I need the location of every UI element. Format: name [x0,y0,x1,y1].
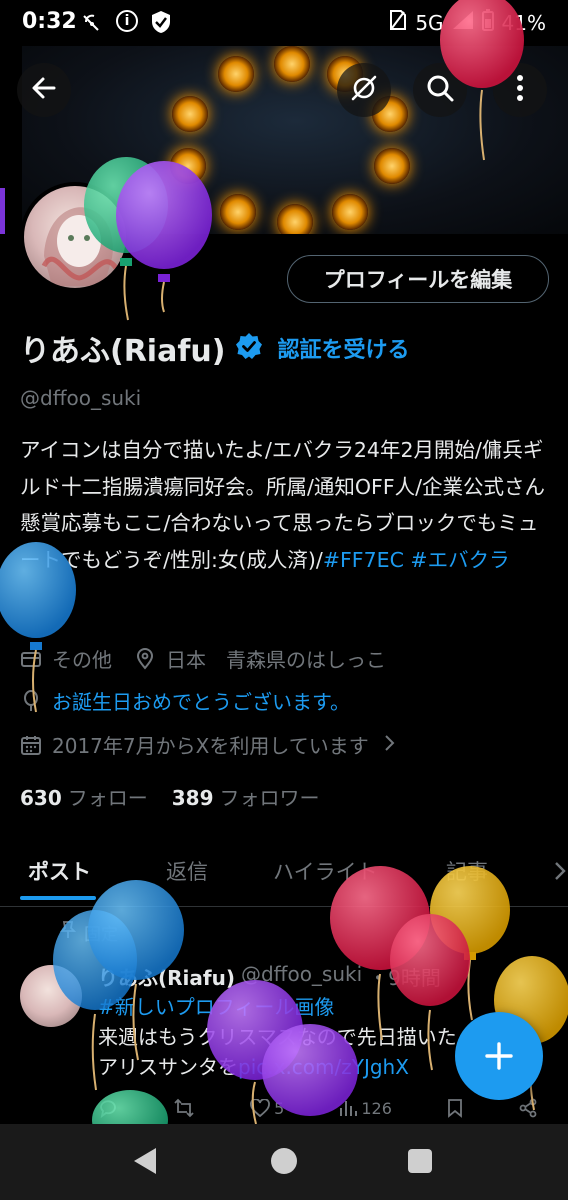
birthday-text: お誕生日おめでとうございます。 [52,690,350,714]
post-actions: 5 126 [98,1098,538,1118]
pinned-label: 固定 [59,920,118,945]
shield-icon [150,10,172,40]
search-icon [425,73,455,107]
profile-avatar[interactable] [20,182,130,292]
edit-profile-button[interactable]: プロフィールを編集 [287,255,549,303]
bio-hashtag-ff7ec[interactable]: #FF7EC [323,548,404,572]
view-count: 126 [361,1098,392,1118]
status-bar: 0:32 i 5G 41% [0,0,568,46]
repost-icon [173,1098,195,1118]
followers-count: 389 [171,786,214,810]
wifi-calling-icon [80,10,104,40]
following-link[interactable]: 630 フォロー [20,782,148,811]
share-button[interactable] [518,1098,538,1118]
meta-row-category-location: その他 日本 青森県のはしっこ [20,644,386,673]
banner-ring [332,194,368,230]
views-icon [339,1099,358,1117]
birthday-icon [20,689,42,712]
network-type: 5G [415,10,444,35]
tab-highlights[interactable]: ハイライト [273,856,378,886]
profile-bio: アイコンは自分で描いたよ/エバクラ24年2月開始/傭兵ギルド十二指腸潰瘍同好会。… [20,432,550,578]
no-sim-icon [389,9,407,36]
location-icon [134,647,156,670]
display-name: りあふ(Riafu) [20,334,226,369]
banner-ring [218,56,254,92]
joined-date: 2017年7月からXを利用しています [52,734,369,758]
calendar-icon [20,734,42,756]
more-button[interactable] [493,63,547,117]
post-line-3-text: アリスサンタを [98,1055,238,1079]
like-count: 5 [274,1098,285,1118]
more-icon [516,74,524,106]
post-handle: @dffoo_suki [240,962,363,986]
category-icon [20,648,42,670]
reply-icon [98,1098,118,1118]
nav-recents-icon[interactable] [408,1149,432,1173]
banner-ring [374,148,410,184]
pin-icon [59,921,77,944]
accent-bar [0,188,5,234]
following-label: フォロー [67,786,148,810]
plus-icon [484,1031,514,1082]
name-row: りあふ(Riafu) 認証を受ける [20,326,409,370]
status-time: 0:32 [22,9,77,34]
bio-hashtag-evacra[interactable]: #エバクラ [410,548,509,572]
tab-posts[interactable]: ポスト [28,856,91,886]
post-author[interactable]: りあふ(Riafu) [98,962,235,991]
sync-button[interactable] [337,63,391,117]
post-avatar[interactable] [20,965,82,1027]
post-hashtag[interactable]: #新しいプロフィール画像 [98,992,538,1022]
post-header: りあふ(Riafu) @dffoo_suki ・9時間 [98,962,441,991]
verified-icon [235,332,263,364]
search-button[interactable] [413,63,467,117]
bookmark-icon [447,1098,463,1118]
battery-percent: 41% [501,10,546,35]
avatar-drawing [41,207,119,286]
get-verified-link[interactable]: 認証を受ける [277,332,409,364]
tab-articles[interactable]: 記事 [446,856,488,886]
following-count: 630 [20,786,62,810]
like-button[interactable]: 5 [250,1098,284,1118]
nav-back-icon[interactable] [134,1148,156,1174]
followers-link[interactable]: 389 フォロワー [172,782,320,811]
banner-ring [220,194,256,230]
info-icon: i [116,10,138,32]
follow-counts: 630 フォロー 389 フォロワー [20,782,320,811]
reply-button[interactable] [98,1098,118,1118]
bookmark-button[interactable] [447,1098,463,1118]
nav-home-icon[interactable] [271,1148,297,1174]
tab-replies[interactable]: 返信 [166,856,208,886]
meta-row-joined[interactable]: 2017年7月からXを利用しています [20,730,395,759]
active-tab-indicator [20,896,96,900]
views-button[interactable]: 126 [339,1098,392,1118]
chevron-right-icon [383,733,395,757]
battery-icon [481,9,494,36]
followers-label: フォロワー [219,786,320,810]
repost-button[interactable] [173,1098,195,1118]
banner-ring [274,46,310,82]
compose-button[interactable] [455,1012,543,1100]
banner-ring [172,96,208,132]
meta-row-birthday: お誕生日おめでとうございます。 [20,686,350,715]
tabs-chevron-icon[interactable] [554,860,566,886]
status-icons-left: i [80,10,172,40]
banner-ring [277,204,313,234]
profile-category: その他 [52,648,112,672]
post-time: ・9時間 [368,966,441,990]
share-icon [518,1098,538,1118]
back-icon [30,74,58,106]
profile-handle: @dffoo_suki [20,386,142,410]
profile-location: 日本 青森県のはしっこ [166,648,386,672]
like-icon [250,1099,270,1117]
post-media-link[interactable]: pic.x.com/zYJghX [238,1055,409,1079]
signal-icon [452,10,474,35]
no-sync-icon [349,73,379,107]
pinned-text: 固定 [84,925,118,945]
back-button[interactable] [17,63,71,117]
status-right: 5G 41% [389,9,546,36]
banner-ring [170,148,206,184]
